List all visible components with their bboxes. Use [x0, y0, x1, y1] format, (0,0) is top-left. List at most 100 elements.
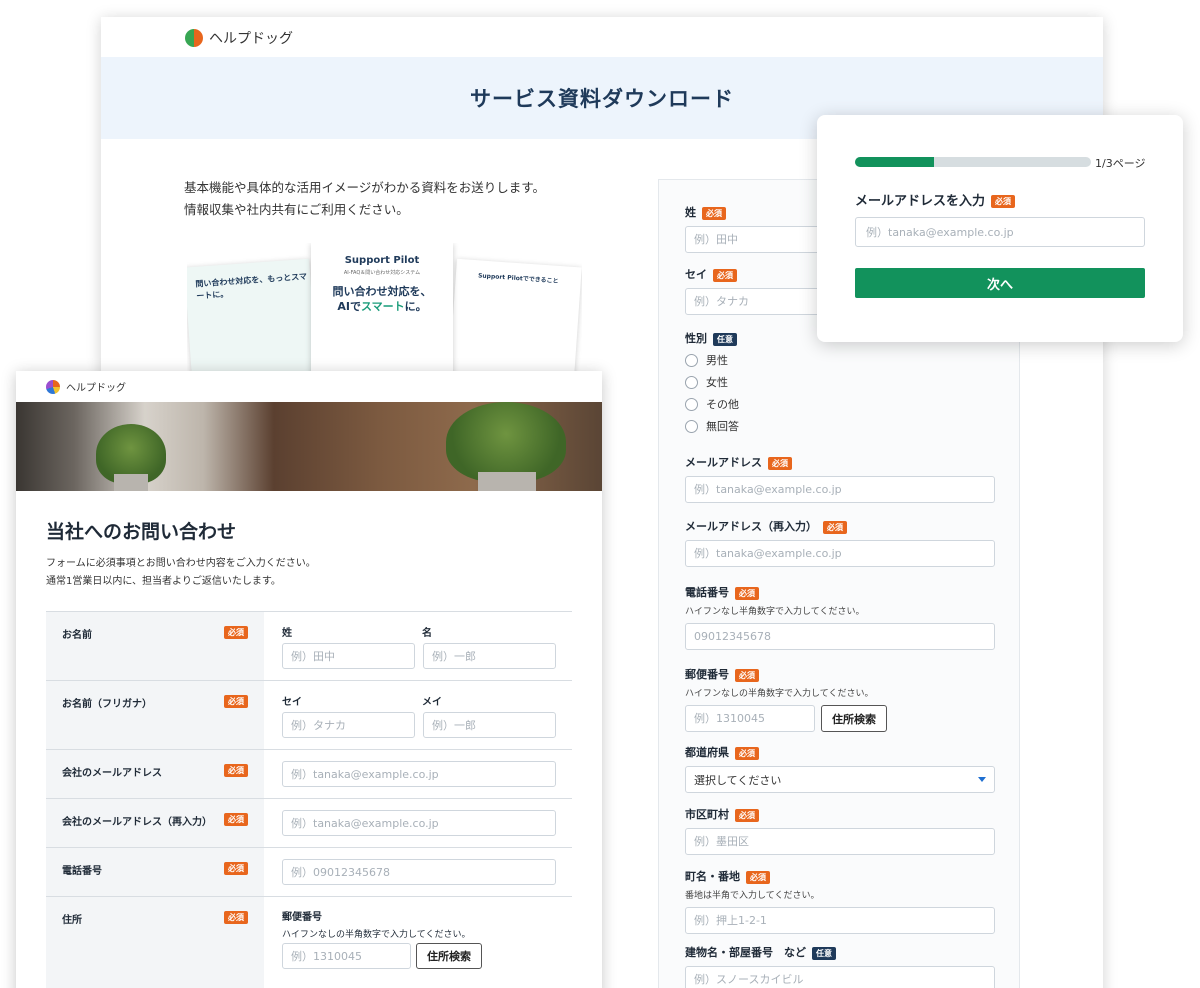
sei-label: 姓: [685, 206, 696, 219]
email-input[interactable]: [685, 476, 995, 503]
first-name-kana-input[interactable]: [423, 712, 556, 738]
sei-kana-label: セイ: [685, 268, 707, 281]
colorful-logo-icon: [46, 379, 60, 394]
required-badge: 必須: [735, 746, 759, 760]
zip-hint: ハイフンなしの半角数字で入力してください。: [282, 930, 471, 940]
email-confirm-label: メールアドレス（再入力）: [685, 520, 817, 533]
phone-input[interactable]: [685, 623, 995, 650]
zip-label: 郵便番号: [685, 668, 729, 681]
phone-label: 電話番号: [685, 586, 729, 599]
required-badge: 必須: [702, 206, 726, 220]
doc-headline-line: 問い合わせ対応を、: [332, 285, 432, 298]
step-form-popup: 1/3ページ メールアドレスを入力必須 次へ: [817, 115, 1183, 342]
brand-logo[interactable]: ヘルプドッグ: [46, 379, 126, 394]
pref-label: 都道府県: [685, 746, 729, 759]
required-badge: 必須: [224, 862, 248, 875]
city-label: 市区町村: [685, 808, 729, 821]
email-confirm-label-cell: 会社のメールアドレス（再入力） 必須: [46, 799, 264, 847]
company-email-confirm-input[interactable]: [282, 810, 556, 836]
doc-headline-part: に。: [404, 300, 427, 313]
name-row: お名前 必須 姓 名: [46, 611, 572, 680]
gender-radio[interactable]: 無回答: [685, 415, 995, 437]
brand-name: ヘルプドッグ: [209, 31, 293, 47]
optional-badge: 任意: [812, 946, 836, 960]
address-label: 住所: [62, 915, 82, 926]
company-email-confirm-label: 会社のメールアドレス（再入力）: [62, 817, 212, 828]
kana-row: お名前（フリガナ） 必須 セイ メイ: [46, 680, 572, 749]
radio-label: 女性: [706, 376, 728, 389]
doc-headline-line: AIでスマートに。: [311, 299, 453, 314]
doc-right-title: Support Pilotでできること: [477, 272, 559, 285]
name-field-cell: 姓 名: [264, 612, 572, 680]
doc-center-headline: 問い合わせ対応を、 AIでスマートに。: [311, 284, 453, 314]
doc-left-title: 問い合わせ対応を、もっとスマートに。: [195, 272, 308, 301]
last-name-input[interactable]: [282, 643, 415, 669]
required-badge: 必須: [224, 626, 248, 639]
phone-input[interactable]: [282, 859, 556, 885]
phone-label-cell: 電話番号 必須: [46, 848, 264, 896]
company-email-label: 会社のメールアドレス: [62, 768, 162, 779]
city-group: 市区町村 必須: [685, 806, 995, 855]
doc-preview-right: Support Pilotでできること: [447, 258, 582, 373]
download-header: ヘルプドッグ: [101, 17, 1103, 57]
email-field-cell: [264, 750, 572, 798]
popup-email-input[interactable]: [855, 217, 1145, 247]
first-name-input[interactable]: [423, 643, 556, 669]
company-email-input[interactable]: [282, 761, 556, 787]
sei-sublabel: 姓: [282, 628, 292, 639]
page-title: サービス資料ダウンロード: [470, 87, 734, 111]
gender-radio[interactable]: その他: [685, 393, 995, 415]
phone-hint: ハイフンなし半角数字で入力してください。: [685, 607, 865, 617]
gender-radio[interactable]: 男性: [685, 349, 995, 371]
gender-radio[interactable]: 女性: [685, 371, 995, 393]
sei-kana-sublabel: セイ: [282, 697, 302, 708]
address-search-button[interactable]: 住所検索: [821, 705, 887, 732]
kana-label: お名前（フリガナ）: [62, 699, 152, 710]
zip-hint: ハイフンなしの半角数字で入力してください。: [685, 689, 874, 699]
required-badge: 必須: [991, 195, 1016, 208]
building-label: 建物名・部屋番号 など: [685, 946, 806, 959]
last-name-kana-input[interactable]: [282, 712, 415, 738]
required-badge: 必須: [735, 668, 759, 682]
contact-header: ヘルプドッグ: [16, 371, 602, 402]
street-input[interactable]: [685, 907, 995, 934]
city-input[interactable]: [685, 828, 995, 855]
email-confirm-group: メールアドレス（再入力） 必須: [685, 518, 995, 567]
leaf-logo-icon: [185, 29, 203, 47]
popup-title: メールアドレスを入力 必須: [855, 190, 1016, 209]
doc-preview-left: 問い合わせ対応を、もっとスマートに。: [187, 258, 319, 373]
address-row: 住所 必須 郵便番号 ハイフンなしの半角数字で入力してください。 住所検索: [46, 896, 572, 988]
next-button[interactable]: 次へ: [855, 268, 1145, 298]
document-previews: 問い合わせ対応を、もっとスマートに。 Support Pilotでできること S…: [187, 243, 582, 373]
kana-label-cell: お名前（フリガナ） 必須: [46, 681, 264, 749]
doc-headline-part: AIで: [337, 300, 361, 313]
required-badge: 必須: [735, 586, 759, 600]
zip-sublabel: 郵便番号: [282, 912, 322, 923]
radio-label: 無回答: [706, 420, 739, 433]
radio-label: 男性: [706, 354, 728, 367]
required-badge: 必須: [224, 695, 248, 708]
popup-title-text: メールアドレスを入力: [855, 194, 986, 209]
gender-label: 性別: [685, 332, 707, 345]
intro-text: 基本機能や具体的な活用イメージがわかる資料をお送りします。 情報収集や社内共有に…: [184, 177, 604, 221]
pot-image: [478, 472, 536, 491]
street-hint: 番地は半角で入力してください。: [685, 891, 820, 901]
contact-address-search-button[interactable]: 住所検索: [416, 943, 482, 969]
brand-logo[interactable]: ヘルプドッグ: [185, 28, 293, 48]
address-label-cell: 住所 必須: [46, 897, 264, 988]
gender-group: 性別 任意 男性 女性 その他 無回答: [685, 330, 995, 437]
radio-circle-icon: [685, 419, 698, 433]
email-confirm-input[interactable]: [685, 540, 995, 567]
name-label-cell: お名前 必須: [46, 612, 264, 680]
required-badge: 必須: [735, 808, 759, 822]
pref-select[interactable]: 選択してください: [685, 766, 995, 793]
required-badge: 必須: [768, 456, 792, 470]
contact-description: フォームに必須事項とお問い合わせ内容をご入力ください。 通常1営業日以内に、担当…: [46, 555, 316, 591]
email-label-cell: 会社のメールアドレス 必須: [46, 750, 264, 798]
kana-field-cell: セイ メイ: [264, 681, 572, 749]
building-input[interactable]: [685, 966, 995, 988]
zip-input[interactable]: [685, 705, 815, 732]
radio-circle-icon: [685, 375, 698, 389]
mei-sublabel: 名: [422, 628, 432, 639]
contact-zip-input[interactable]: [282, 943, 411, 969]
